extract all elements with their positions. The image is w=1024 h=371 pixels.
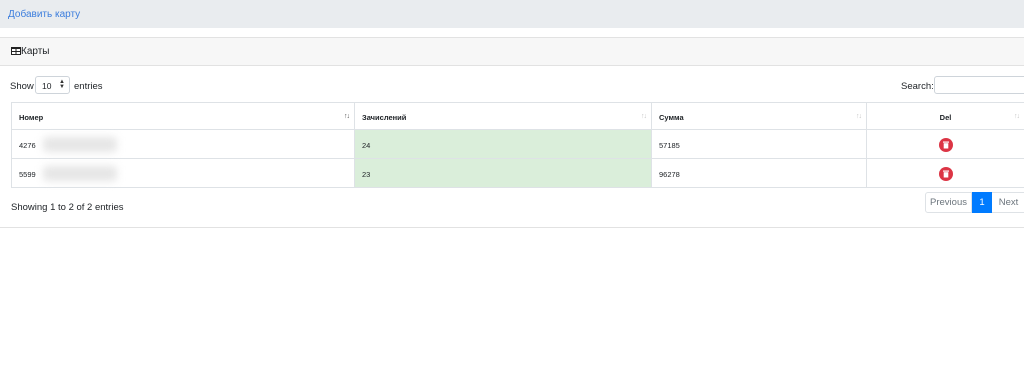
redacted-blur [43, 166, 117, 181]
table-row: 5599 23 96278 [11, 159, 1024, 188]
column-header-number[interactable]: Номер ↑↓ [11, 103, 354, 129]
card-header: Карты [0, 38, 1024, 66]
entries-label: entries [74, 81, 103, 92]
sort-icon: ↑↓ [1014, 113, 1020, 120]
show-label: Show [10, 81, 34, 92]
card-title: Карты [21, 46, 50, 57]
column-header-del[interactable]: Del ↑↓ [866, 103, 1024, 129]
sort-icon: ↑↓ [641, 113, 647, 120]
page-1-button[interactable]: 1 [972, 192, 992, 213]
search-input[interactable] [934, 76, 1024, 94]
card-number-cell: 4276 [11, 130, 354, 158]
pagination: Previous 1 Next [925, 192, 1024, 213]
sort-icon: ↑↓ [856, 113, 862, 120]
table-info: Showing 1 to 2 of 2 entries [11, 202, 124, 213]
page-length-select[interactable]: 10 ▲ ▼ [35, 76, 70, 94]
card-number-cell: 5599 [11, 159, 354, 187]
cards-table: Номер ↑↓ Зачислений ↑↓ Сумма ↑↓ Del ↑↓ 4… [11, 102, 1024, 188]
next-page-button[interactable]: Next [992, 192, 1024, 213]
amount-cell: 96278 [651, 159, 866, 187]
table-header-row: Номер ↑↓ Зачислений ↑↓ Сумма ↑↓ Del ↑↓ [11, 103, 1024, 130]
add-card-link[interactable]: Добавить карту [8, 9, 80, 20]
credits-cell: 23 [354, 159, 651, 187]
trash-icon [943, 141, 949, 149]
redacted-blur [43, 137, 117, 152]
credits-cell: 24 [354, 130, 651, 158]
sort-icon: ↑↓ [344, 113, 350, 120]
column-header-credits[interactable]: Зачислений ↑↓ [354, 103, 651, 129]
del-cell [866, 159, 1024, 187]
table-row: 4276 24 57185 [11, 130, 1024, 159]
previous-page-button[interactable]: Previous [925, 192, 972, 213]
delete-button[interactable] [939, 167, 953, 181]
select-arrows-icon: ▲ ▼ [59, 79, 65, 90]
del-cell [866, 130, 1024, 158]
search-label: Search: [901, 81, 934, 92]
page-length-value: 10 [42, 81, 52, 91]
trash-icon [943, 170, 949, 178]
amount-cell: 57185 [651, 130, 866, 158]
column-header-amount[interactable]: Сумма ↑↓ [651, 103, 866, 129]
top-bar: Добавить карту [0, 0, 1024, 28]
table-icon [11, 47, 21, 55]
delete-button[interactable] [939, 138, 953, 152]
